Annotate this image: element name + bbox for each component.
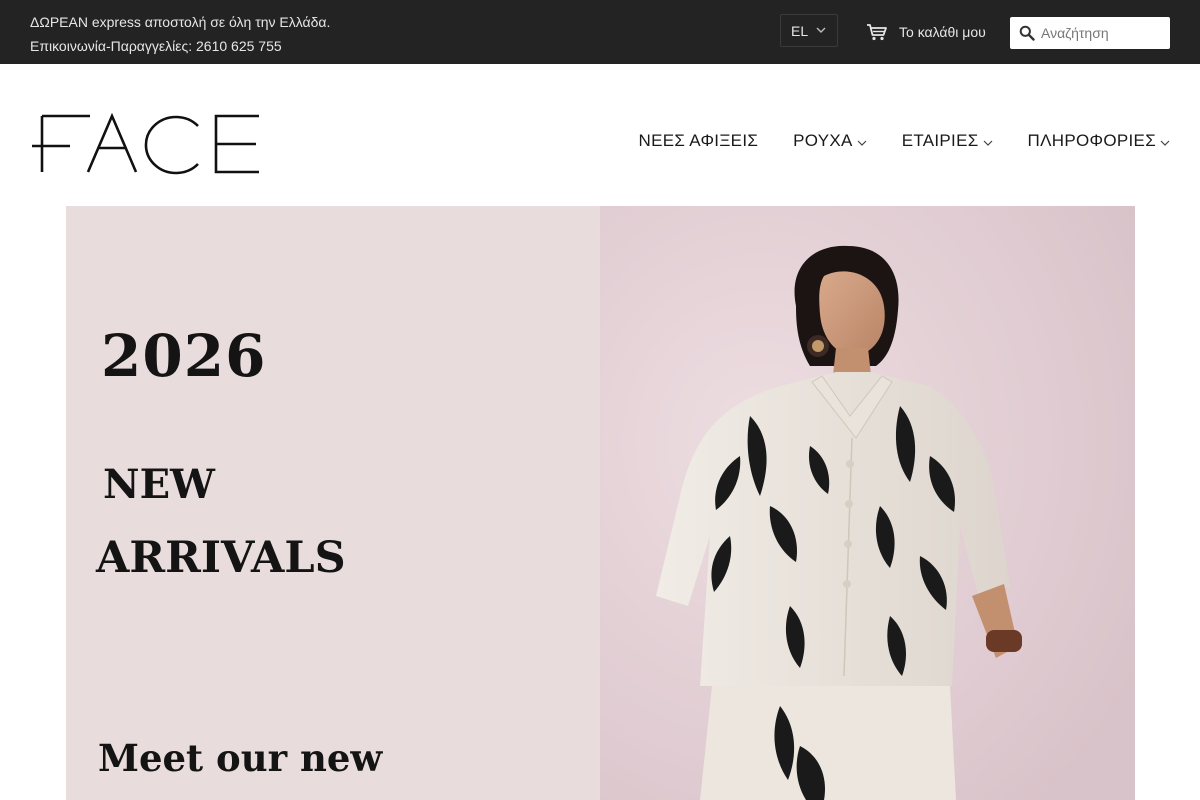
hero-model-image [600, 206, 1135, 800]
cart-link[interactable]: Το καλάθι μου [866, 20, 986, 44]
nav-item-label: ΕΤΑΙΡΙΕΣ [901, 131, 979, 150]
nav-item-label: ΡΟΥΧΑ [793, 131, 853, 150]
search-icon[interactable] [1019, 25, 1035, 41]
hero-heading-new: NEW [103, 461, 215, 508]
nav-item-brands[interactable]: ΕΤΑΙΡΙΕΣ [902, 131, 993, 151]
nav-item-new-arrivals[interactable]: ΝΕΕΣ ΑΦΙΞΕΙΣ [639, 131, 759, 151]
language-value: EL [791, 22, 809, 39]
hero-year: 2026 [101, 322, 267, 390]
search-input[interactable] [1041, 25, 1161, 41]
nav-item-clothing[interactable]: ΡΟΥΧΑ [793, 131, 867, 151]
site-logo[interactable] [30, 112, 262, 176]
chevron-down-icon [1160, 140, 1170, 146]
cart-icon [867, 24, 887, 41]
cart-label: Το καλάθι μου [899, 24, 986, 40]
nav-item-label: ΠΛΗΡΟΦΟΡΙΕΣ [1027, 131, 1156, 150]
contact-phone: Επικοινωνία-Παραγγελίες: 2610 625 755 [30, 38, 282, 54]
face-logo [32, 112, 259, 175]
chevron-down-icon [816, 27, 826, 33]
free-shipping-notice: ΔΩΡΕΑΝ express αποστολή σε όλη την Ελλάδ… [30, 14, 331, 30]
announcement-bar: ΔΩΡΕΑΝ express αποστολή σε όλη την Ελλάδ… [0, 0, 1200, 64]
nav-item-label: ΝΕΕΣ ΑΦΙΞΕΙΣ [638, 131, 759, 150]
chevron-down-icon [983, 140, 992, 146]
main-navigation: ΝΕΕΣ ΑΦΙΞΕΙΣ ΡΟΥΧΑ ΕΤΑΙΡΙΕΣ ΠΛΗΡΟΦΟΡΙΕΣ [639, 131, 1170, 151]
nav-item-info[interactable]: ΠΛΗΡΟΦΟΡΙΕΣ [1028, 131, 1170, 151]
hero-heading-arrivals: ARRIVALS [96, 533, 346, 583]
model-photo [600, 206, 1135, 800]
hero-tagline: Meet our new [98, 736, 383, 780]
search-box[interactable] [1010, 17, 1170, 49]
language-selector[interactable]: EL [780, 14, 838, 47]
chevron-down-icon [857, 140, 867, 146]
hero-banner[interactable]: 2026 NEW ARRIVALS Meet our new [66, 206, 1135, 800]
hero-text-panel: 2026 NEW ARRIVALS Meet our new [66, 206, 600, 800]
announcement-text: ΔΩΡΕΑΝ express αποστολή σε όλη την Ελλάδ… [30, 10, 330, 58]
